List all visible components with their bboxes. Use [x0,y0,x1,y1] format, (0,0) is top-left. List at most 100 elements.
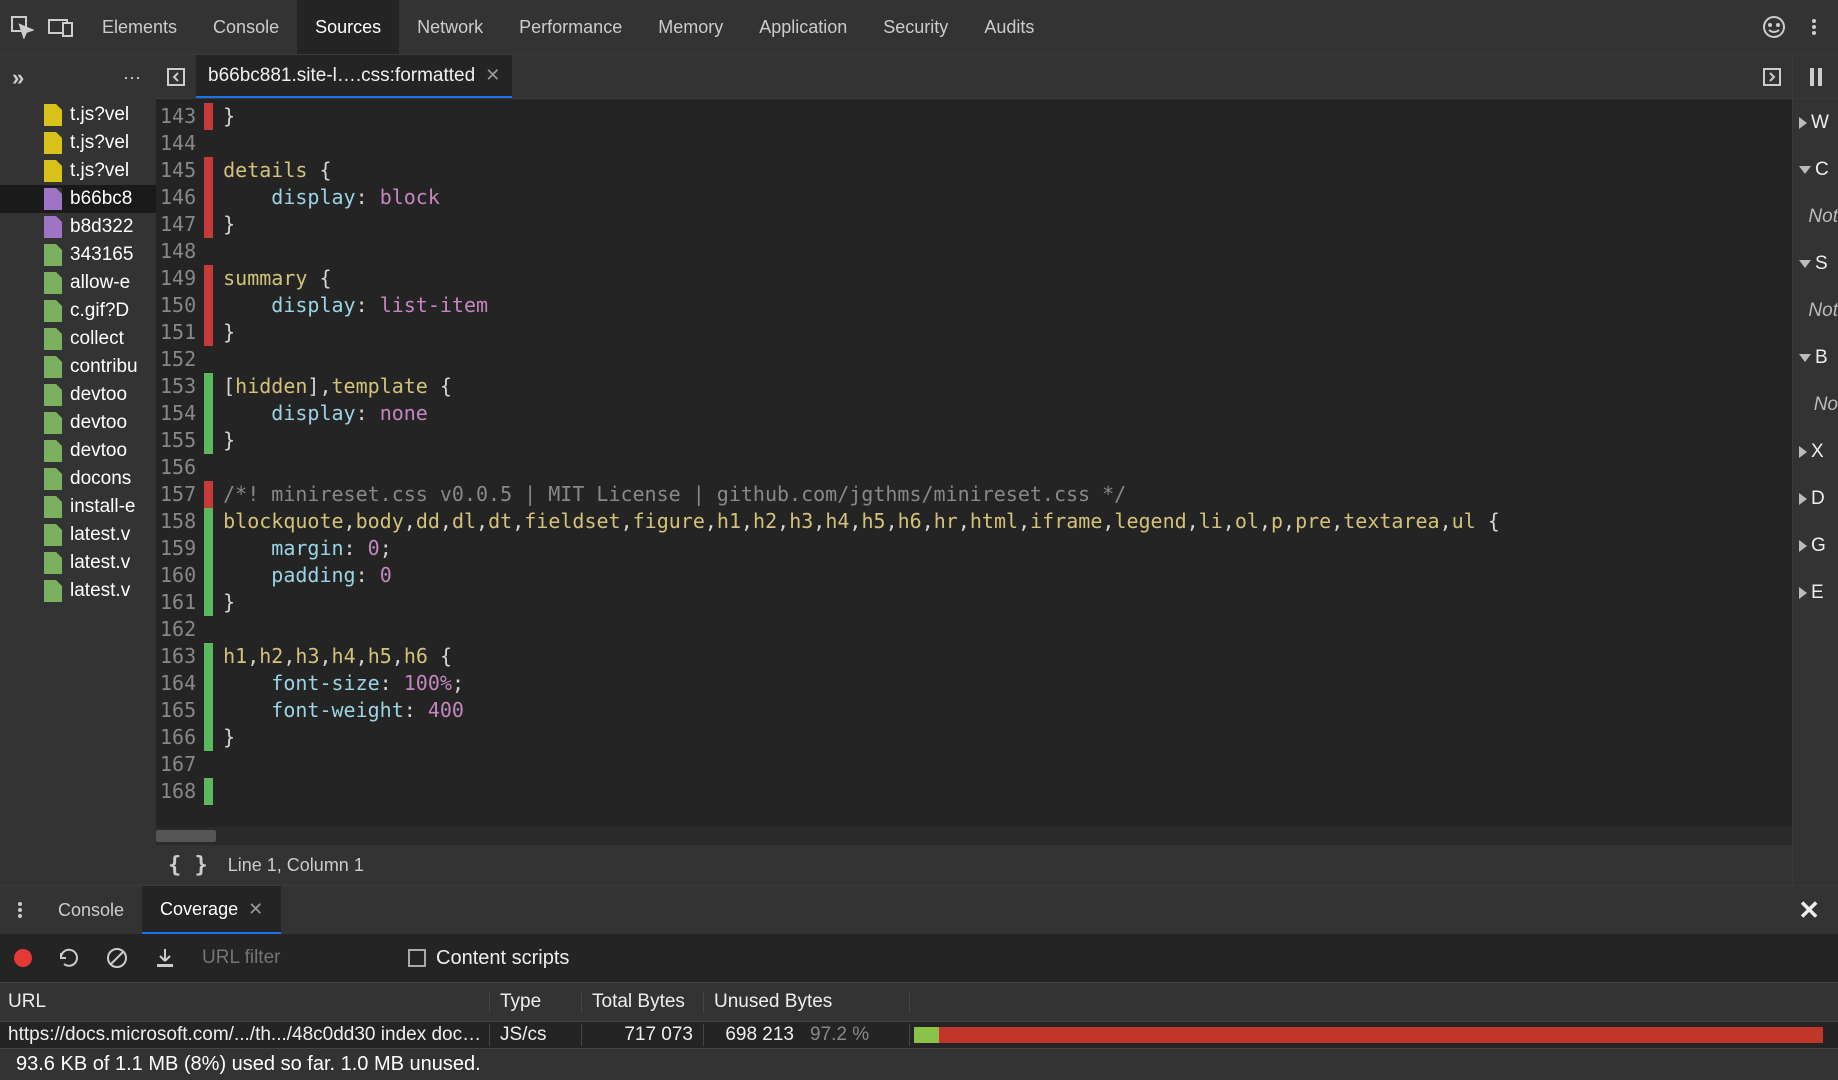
chevron-down-icon [1799,166,1811,174]
file-item[interactable]: latest.v [0,521,156,549]
file-icon [44,412,62,434]
tab-security[interactable]: Security [865,0,966,54]
navigator-more-icon[interactable]: ⋯ [123,68,144,89]
close-tab-icon[interactable]: ✕ [485,65,500,86]
coverage-strip [204,99,213,827]
device-toolbar-icon[interactable] [48,17,74,37]
file-item[interactable]: latest.v [0,549,156,577]
drawer-tab-coverage[interactable]: Coverage✕ [142,886,281,934]
debug-section[interactable]: E [1793,569,1838,616]
close-drawer-icon[interactable]: ✕ [1780,895,1838,926]
coverage-toolbar: Content scripts [0,934,1838,982]
file-icon [44,272,62,294]
coverage-summary: 93.6 KB of 1.1 MB (8%) used so far. 1.0 … [0,1048,1838,1080]
file-icon [44,384,62,406]
file-item[interactable]: 343165 [0,241,156,269]
debug-section[interactable]: S [1793,240,1838,287]
file-item[interactable]: latest.v [0,577,156,605]
line-gutter: 1431441451461471481491501511521531541551… [156,99,204,827]
file-icon [44,468,62,490]
url-filter-input[interactable] [202,947,382,969]
debug-section[interactable]: X [1793,428,1838,475]
clear-icon[interactable] [106,947,128,969]
file-icon [44,328,62,350]
editor-tab[interactable]: b66bc881.site-l….css:formatted ✕ [196,55,512,98]
debug-section[interactable]: W [1793,99,1838,146]
file-item[interactable]: b66bc8 [0,185,156,213]
debug-section[interactable]: D [1793,475,1838,522]
tab-sources[interactable]: Sources [297,0,399,54]
expand-navigator-icon[interactable]: » [12,65,24,91]
file-icon [44,552,62,574]
tab-network[interactable]: Network [399,0,501,54]
debug-section[interactable]: Not [1793,287,1838,334]
code-content[interactable]: } details { display: block} summary { di… [213,99,1792,827]
coverage-table-header: URL Type Total Bytes Unused Bytes [0,982,1838,1022]
file-item[interactable]: t.js?vel [0,129,156,157]
file-item[interactable]: allow-e [0,269,156,297]
debugger-panel: WCNotSNotBNo XDGE [1792,55,1838,885]
pretty-print-icon[interactable]: { } [168,853,208,878]
record-button[interactable] [14,949,32,967]
tab-application[interactable]: Application [741,0,865,54]
drawer-tab-console[interactable]: Console [40,886,142,934]
chevron-down-icon [1799,260,1811,268]
file-item[interactable]: t.js?vel [0,101,156,129]
feedback-smiley-icon[interactable] [1762,15,1786,39]
col-url[interactable]: URL [0,991,490,1013]
editor-tab-label: b66bc881.site-l….css:formatted [208,65,475,87]
file-item[interactable]: c.gif?D [0,297,156,325]
chevron-right-icon [1799,117,1807,129]
drawer: ConsoleCoverage✕ ✕ Content scripts URL [0,885,1838,1048]
chevron-right-icon [1799,493,1807,505]
tab-elements[interactable]: Elements [84,0,195,54]
inspect-element-icon[interactable] [10,15,34,39]
file-item[interactable]: t.js?vel [0,157,156,185]
debug-section[interactable]: C [1793,146,1838,193]
debug-section[interactable]: G [1793,522,1838,569]
file-item[interactable]: docons [0,465,156,493]
file-item[interactable]: contribu [0,353,156,381]
file-item[interactable]: install-e [0,493,156,521]
debug-section[interactable]: No [1793,381,1838,428]
debug-section[interactable]: Not [1793,193,1838,240]
drawer-menu-icon[interactable] [0,901,40,919]
usage-bar [910,1027,1838,1043]
file-icon [44,244,62,266]
debug-section[interactable]: B [1793,334,1838,381]
file-icon [44,580,62,602]
devtools-tabstrip: ElementsConsoleSourcesNetworkPerformance… [0,0,1838,55]
show-debugger-icon[interactable] [1752,55,1792,98]
file-icon [44,524,62,546]
horizontal-scrollbar[interactable] [156,827,1792,845]
export-icon[interactable] [154,947,176,969]
file-item[interactable]: b8d322 [0,213,156,241]
file-item[interactable]: collect [0,325,156,353]
col-unused[interactable]: Unused Bytes [704,991,910,1013]
coverage-row[interactable]: https://docs.microsoft.com/.../th.../48c… [0,1022,1838,1048]
file-item[interactable]: devtoo [0,437,156,465]
pause-button[interactable] [1793,55,1838,99]
navigator-panel: » ⋯ t.js?velt.js?velt.js?velb66bc8b8d322… [0,55,156,885]
file-icon [44,496,62,518]
col-total[interactable]: Total Bytes [582,991,704,1013]
col-type[interactable]: Type [490,991,582,1013]
show-navigator-icon[interactable] [156,55,196,98]
file-item[interactable]: devtoo [0,381,156,409]
cursor-position: Line 1, Column 1 [228,855,364,876]
kebab-menu-icon[interactable] [1804,17,1824,37]
editor-panel: b66bc881.site-l….css:formatted ✕ 1431441… [156,55,1792,885]
file-icon [44,356,62,378]
tab-memory[interactable]: Memory [640,0,741,54]
content-scripts-checkbox[interactable]: Content scripts [408,947,569,970]
file-icon [44,188,62,210]
chevron-right-icon [1799,540,1807,552]
reload-icon[interactable] [58,947,80,969]
tab-performance[interactable]: Performance [501,0,640,54]
tab-console[interactable]: Console [195,0,297,54]
file-icon [44,216,62,238]
close-tab-icon[interactable]: ✕ [248,899,263,920]
tab-audits[interactable]: Audits [966,0,1052,54]
file-item[interactable]: devtoo [0,409,156,437]
file-icon [44,104,62,126]
